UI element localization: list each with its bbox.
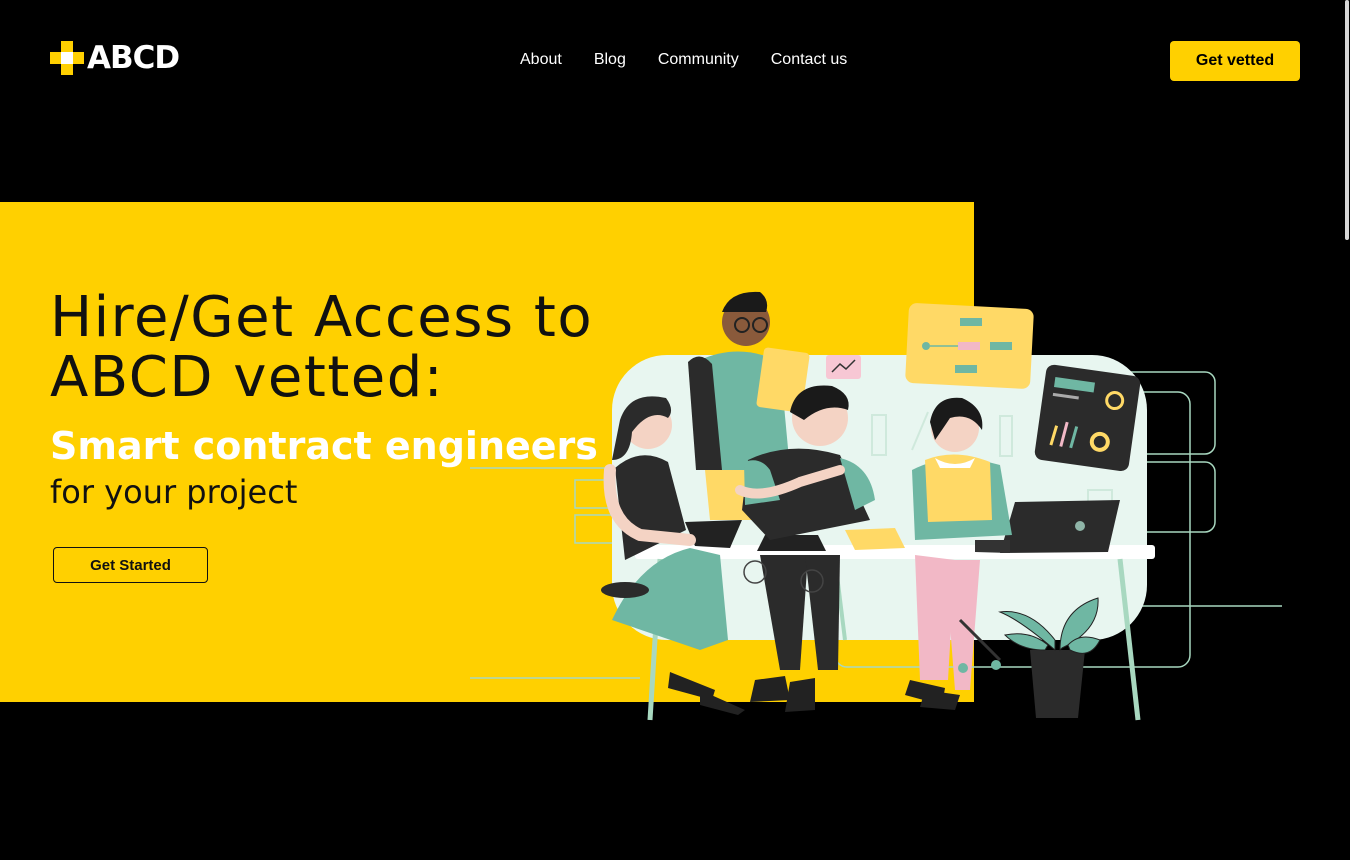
hero-headline-line2: ABCD vetted: xyxy=(50,345,445,410)
get-started-button[interactable]: Get Started xyxy=(53,547,208,583)
nav-link-contact[interactable]: Contact us xyxy=(771,50,847,70)
page-scrollbar[interactable] xyxy=(1344,0,1350,860)
main-nav: About Blog Community Contact us xyxy=(520,50,847,70)
logo-mark-icon xyxy=(50,41,84,75)
get-vetted-button[interactable]: Get vetted xyxy=(1170,41,1300,81)
nav-link-blog[interactable]: Blog xyxy=(594,50,626,70)
scrollbar-thumb[interactable] xyxy=(1345,0,1349,240)
hero-tagline: for your project xyxy=(50,473,298,511)
brand-name: ABCD xyxy=(87,39,180,76)
team-working-at-desk-illustration xyxy=(470,291,1282,721)
brand-logo[interactable]: ABCD xyxy=(50,40,202,76)
site-header: ABCD About Blog Community Contact us Get… xyxy=(0,0,1350,120)
nav-link-about[interactable]: About xyxy=(520,50,562,70)
nav-link-community[interactable]: Community xyxy=(658,50,739,70)
